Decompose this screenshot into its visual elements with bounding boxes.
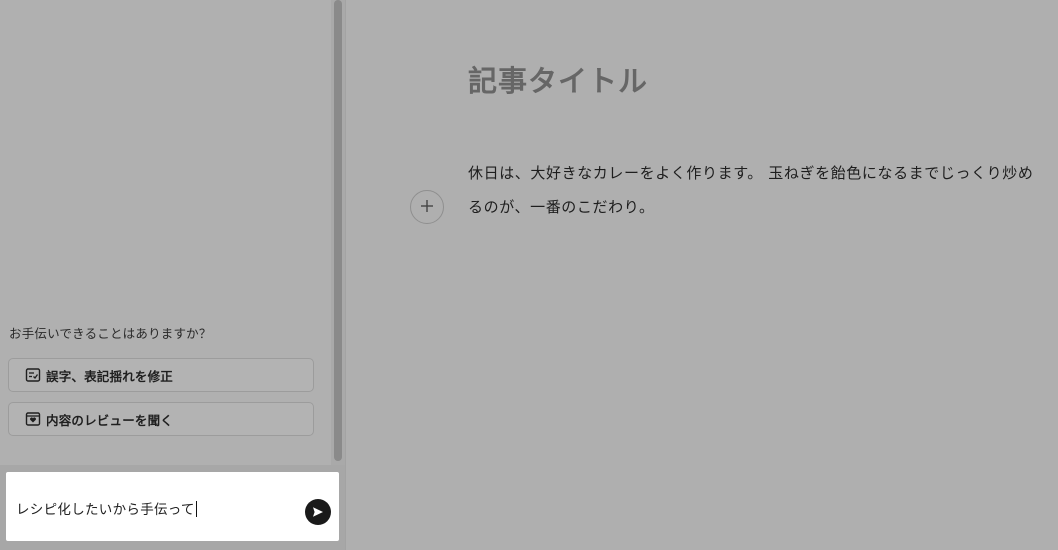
chat-input-value[interactable]: レシピ化したいから手伝って	[16, 498, 197, 518]
article-title[interactable]: 記事タイトル	[468, 58, 648, 100]
chat-input-area: レシピ化したいから手伝って	[0, 465, 345, 550]
sidebar-scrollbar-thumb[interactable]	[334, 0, 342, 461]
chat-input[interactable]: レシピ化したいから手伝って	[6, 472, 339, 541]
review-content-button[interactable]: 内容のレビューを聞く	[8, 402, 314, 436]
checklist-icon	[25, 367, 41, 383]
review-content-label: 内容のレビューを聞く	[46, 412, 174, 428]
text-caret	[195, 501, 197, 517]
chat-input-text: レシピ化したいから手伝って	[16, 502, 195, 518]
plus-icon	[420, 198, 434, 217]
article-editor: 記事タイトル 休日は、大好きなカレーをよく作ります。 玉ねぎを飴色になるまでじっ…	[346, 0, 1058, 550]
fix-typos-button[interactable]: 誤字、表記揺れを修正	[8, 358, 314, 392]
fix-typos-label: 誤字、表記揺れを修正	[46, 368, 174, 384]
assistant-prompt: お手伝いできることはありますか？	[9, 326, 212, 341]
send-button[interactable]	[305, 499, 331, 525]
review-icon	[25, 411, 41, 427]
add-block-button[interactable]	[410, 190, 444, 224]
article-body[interactable]: 休日は、大好きなカレーをよく作ります。 玉ねぎを飴色になるまでじっくり炒めるのが…	[468, 156, 1043, 224]
send-icon	[312, 503, 324, 522]
